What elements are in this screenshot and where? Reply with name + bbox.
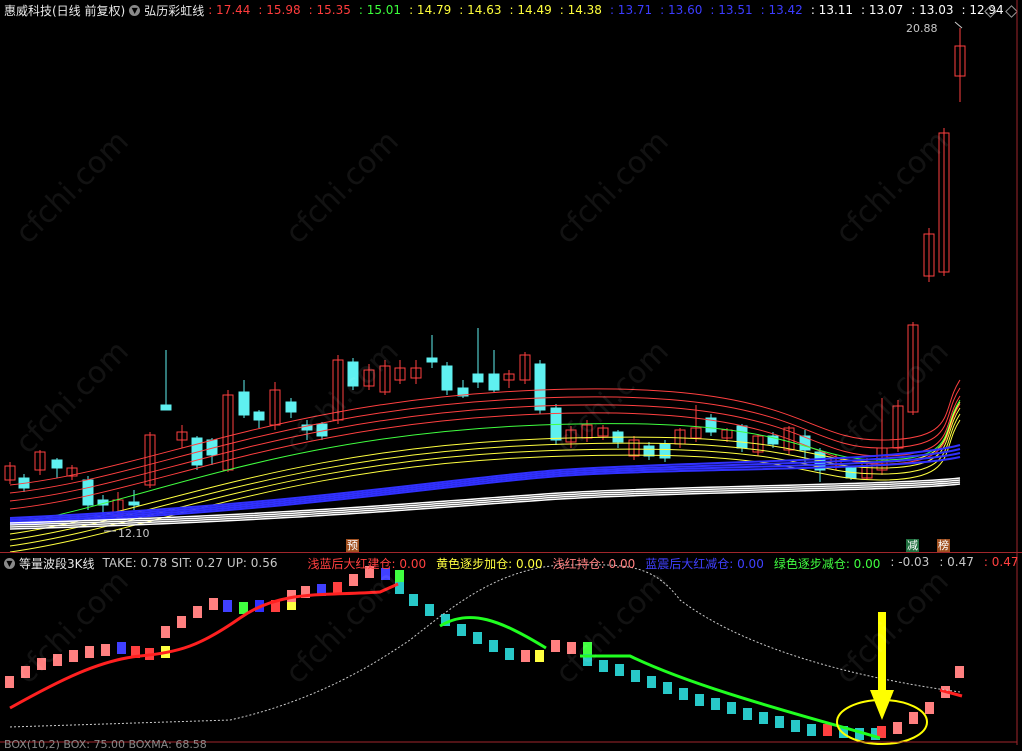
sub-chart-header: ▼ 等量波段3K线 TAKE: 0.78 SIT: 0.27 UP: 0.56 … <box>4 553 1022 573</box>
wave-box <box>505 648 514 660</box>
sub-value-3: 浅红持仓: 0.00 <box>552 556 636 571</box>
wave-box <box>663 682 672 694</box>
wave-box <box>349 574 358 586</box>
wave-box <box>679 688 688 700</box>
up-value: UP: 0.56 <box>226 556 278 570</box>
wave-box <box>695 694 704 706</box>
candle-body <box>160 404 172 411</box>
candle-body <box>347 361 359 387</box>
wave-box <box>193 606 202 618</box>
wave-box <box>925 702 934 714</box>
candle-body <box>51 459 63 469</box>
wave-box <box>161 626 170 638</box>
wave-box <box>473 632 482 644</box>
wave-box <box>791 720 800 732</box>
wave-box <box>535 650 544 662</box>
wave-box <box>807 724 816 736</box>
sit-value: SIT: 0.27 <box>171 556 223 570</box>
wave-box <box>409 594 418 606</box>
candle-body <box>472 373 484 383</box>
highlight-arrow <box>870 612 894 720</box>
wave-box <box>457 624 466 636</box>
sub-indicator-menu-icon[interactable]: ▼ <box>4 557 15 569</box>
wave-box <box>223 600 232 612</box>
wave-box <box>759 712 768 724</box>
wave-box <box>85 646 94 658</box>
sub-value-2: 黄色逐步加仓: 0.00 <box>436 556 543 571</box>
wave-box <box>425 604 434 616</box>
wave-box <box>711 698 720 710</box>
candle-body <box>253 411 265 421</box>
wave-box <box>615 664 624 676</box>
wave-box <box>21 666 30 678</box>
wave-box <box>5 676 14 688</box>
candle-body <box>426 357 438 363</box>
wave-box <box>101 644 110 656</box>
wave-box <box>209 598 218 610</box>
chart-canvas <box>0 0 1018 745</box>
wave-box <box>521 650 530 662</box>
candle-body <box>285 401 297 413</box>
low-price-label: 12.10 <box>118 527 150 540</box>
green-line <box>439 615 881 740</box>
wave-box <box>893 722 902 734</box>
sub-indicator-values: 浅蓝后大红建仓: 0.00 黄色逐步加仓: 0.00 浅红持仓: 0.00 蓝震后大红… <box>308 555 1022 572</box>
wave-box <box>53 654 62 666</box>
wave-box <box>489 640 498 652</box>
sub-value-4: 蓝震后大红减仓: 0.00 <box>645 556 764 571</box>
wave-box <box>743 708 752 720</box>
wave-box <box>567 642 576 654</box>
sub-value-6: : -0.03 <box>890 554 930 569</box>
wave-box <box>37 658 46 670</box>
candle-body <box>534 363 546 411</box>
wave-box <box>333 582 342 594</box>
sub-indicator-name[interactable]: 等量波段3K线 <box>19 555 95 572</box>
signal-pre: 预 <box>346 539 359 552</box>
candle-body <box>128 501 140 506</box>
wave-box <box>551 640 560 652</box>
wave-box <box>69 650 78 662</box>
signal-rank: 榜 <box>937 539 950 552</box>
candle-body <box>441 365 453 391</box>
high-marker <box>954 21 963 29</box>
wave-box <box>955 666 964 678</box>
wave-box <box>909 712 918 724</box>
wave-box <box>631 670 640 682</box>
candle-body <box>82 479 94 506</box>
candle-body <box>488 373 500 391</box>
wave-box <box>583 642 592 654</box>
wave-box <box>117 642 126 654</box>
dashed-envelope <box>9 564 961 728</box>
wave-box <box>775 716 784 728</box>
candle-body <box>643 445 655 457</box>
take-value: TAKE: 0.78 <box>102 556 168 570</box>
high-price-label: 20.88 <box>906 22 938 35</box>
red-line <box>9 582 399 710</box>
wave-box <box>177 616 186 628</box>
candle-body <box>238 391 250 416</box>
sub-value-1: 浅蓝后大红建仓: 0.00 <box>307 556 427 571</box>
sub-value-5: 绿色逐步减仓: 0.00 <box>773 556 881 571</box>
wave-box <box>647 676 656 688</box>
signal-reduce: 减 <box>906 539 919 552</box>
sub-value-8: : 0.47 <box>983 554 1019 569</box>
wave-box <box>727 702 736 714</box>
sub-value-7: : 0.47 <box>939 554 974 569</box>
wave-box <box>599 660 608 672</box>
candle-body <box>736 425 748 449</box>
wave-box <box>823 724 832 736</box>
